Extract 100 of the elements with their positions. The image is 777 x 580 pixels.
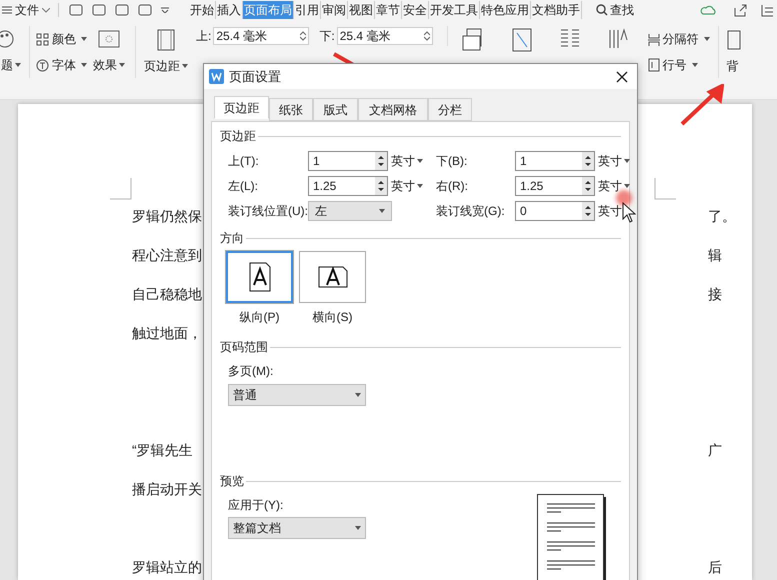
ribbon-tab[interactable]: 视图: [348, 1, 375, 19]
dropdown-icon[interactable]: [161, 7, 169, 13]
search-button[interactable]: 查找: [596, 1, 634, 19]
ribbon-tab[interactable]: 开发工具: [429, 1, 480, 19]
margin-corner: [110, 178, 132, 200]
font-icon: [36, 58, 49, 72]
caret-icon: [355, 526, 361, 530]
section-heading: 页码范围: [220, 339, 268, 356]
text-direction-icon[interactable]: [608, 28, 630, 50]
app-icon: [209, 69, 224, 84]
unit-dropdown[interactable]: 英寸: [598, 202, 622, 220]
section-heading: 页边距: [220, 128, 256, 145]
ribbon-tab[interactable]: 引用: [294, 1, 321, 19]
unit-dropdown[interactable]: 英寸: [391, 177, 423, 195]
size-icon[interactable]: [512, 28, 532, 52]
orientation-option[interactable]: [226, 251, 293, 303]
spin-field[interactable]: 0: [515, 201, 595, 221]
caret-icon: [119, 63, 125, 67]
caret-icon: [692, 63, 698, 67]
option-label: 纵向(P): [240, 309, 280, 326]
text-line: 触过地面，: [132, 325, 202, 341]
caret-icon: [81, 37, 87, 41]
close-button[interactable]: [616, 70, 628, 82]
apply-to-select[interactable]: 整篇文档: [228, 517, 366, 539]
text-line: 罗辑站立的: [132, 559, 202, 575]
spin-field[interactable]: 1: [515, 151, 595, 171]
text-line: 自己稳稳地: [132, 286, 202, 302]
field-label: 上:: [196, 28, 212, 45]
spin-field[interactable]: 1.25: [308, 176, 388, 196]
caret-icon: [624, 159, 630, 163]
share-icon[interactable]: [734, 4, 747, 16]
grid-icon: [36, 32, 49, 46]
spin-icon: [300, 30, 306, 42]
multiple-pages-select[interactable]: 普通: [228, 384, 366, 406]
text-line: 了。: [708, 208, 736, 224]
effects-button[interactable]: 效果: [93, 56, 125, 74]
field-label: 下(B):: [436, 153, 468, 170]
dialog-tab[interactable]: 版式: [313, 98, 358, 121]
caret-icon: [182, 64, 188, 68]
colors-button[interactable]: 颜色: [36, 30, 87, 48]
ribbon-tab[interactable]: 安全: [402, 1, 429, 19]
effects-icon[interactable]: [98, 30, 120, 48]
field-label: 应用于(Y):: [228, 498, 284, 512]
field-label: 装订线位置(U):: [228, 203, 308, 220]
theme-button[interactable]: 题: [1, 56, 21, 74]
spin-icon: [582, 152, 594, 170]
breaks-button[interactable]: 分隔符: [648, 30, 710, 48]
spin-field[interactable]: 25.4 毫米: [336, 27, 433, 45]
background-icon[interactable]: [726, 30, 741, 50]
section-heading: 方向: [220, 230, 244, 247]
spin-icon: [424, 30, 430, 42]
spin-icon: [375, 177, 387, 195]
text-line: 广: [708, 442, 722, 458]
field-label: 下:: [319, 28, 335, 45]
search-icon: [596, 4, 608, 16]
margins-button[interactable]: 页边距: [144, 57, 188, 75]
text-line: 后: [708, 559, 722, 575]
text-line: 程心注意到: [132, 247, 202, 263]
palette-icon[interactable]: [0, 30, 14, 48]
spin-icon: [582, 177, 594, 195]
caret-icon: [624, 184, 630, 188]
dialog-tab[interactable]: 文档网格: [358, 98, 428, 121]
ribbon-tab[interactable]: 特色应用: [480, 1, 531, 19]
ribbon-tab[interactable]: 章节: [375, 1, 402, 19]
unit-dropdown[interactable]: 英寸: [391, 152, 423, 170]
unit-dropdown[interactable]: 英寸: [598, 152, 630, 170]
close-icon: [616, 70, 628, 82]
text-line: 播启动开关: [132, 481, 202, 497]
text-line: 辑: [708, 247, 722, 263]
spin-field[interactable]: 1.25: [515, 176, 595, 196]
dialog-tab[interactable]: 分栏: [428, 98, 472, 121]
background-button[interactable]: 背: [726, 56, 741, 74]
field-label: 右(R):: [436, 178, 469, 195]
field-label: 多页(M):: [228, 364, 274, 378]
orientation-option[interactable]: [299, 251, 366, 303]
option-label: 横向(S): [312, 309, 352, 326]
dialog-tab[interactable]: 页边距: [214, 96, 269, 119]
columns-icon[interactable]: [560, 28, 580, 48]
field-label: 左(L):: [228, 178, 259, 195]
ribbon-tab[interactable]: 审阅: [321, 1, 348, 19]
dialog-tab[interactable]: 纸张: [269, 98, 313, 121]
file-menu[interactable]: 文件: [2, 1, 50, 19]
caret-icon: [15, 63, 21, 67]
margin-corner: [654, 178, 676, 200]
margins-icon[interactable]: [157, 29, 175, 51]
spin-icon: [582, 202, 594, 220]
unit-dropdown[interactable]: 英寸: [598, 177, 630, 195]
field-label: 上(T):: [228, 153, 260, 170]
ribbon-tab[interactable]: 文档助手: [531, 1, 582, 19]
panel-icon[interactable]: [761, 4, 773, 16]
line-numbers-button[interactable]: 行号: [648, 56, 710, 74]
field-label: 装订线宽(G):: [436, 203, 506, 220]
fonts-button[interactable]: 字体: [36, 56, 87, 74]
menu-icon: [2, 6, 12, 14]
line-numbers-icon: [648, 58, 660, 72]
gutter-position-select[interactable]: 左: [308, 201, 392, 221]
spin-field[interactable]: 1: [308, 151, 388, 171]
orientation-icon[interactable]: [462, 28, 484, 52]
ribbon-tab[interactable]: 开始: [189, 1, 216, 19]
spin-field[interactable]: 25.4 毫米: [213, 27, 310, 45]
